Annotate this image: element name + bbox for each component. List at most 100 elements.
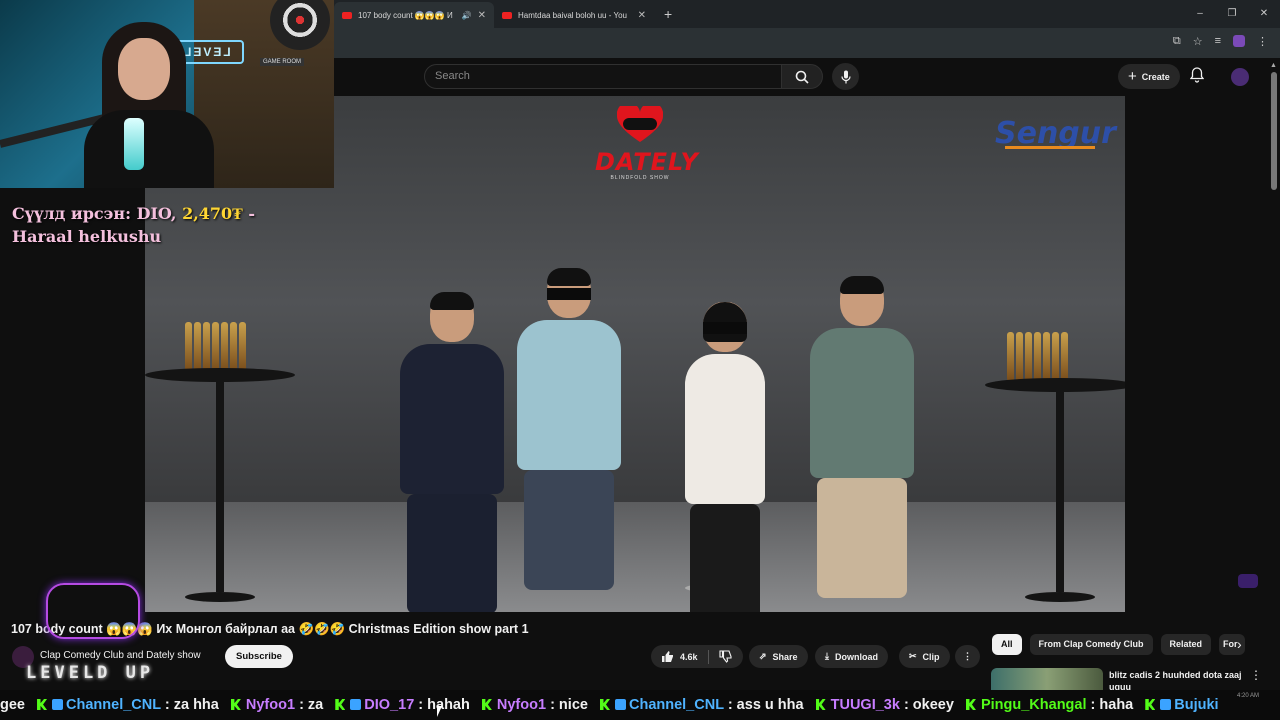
bottles-left (185, 322, 246, 370)
host-left (400, 292, 504, 612)
notifications-bell-icon[interactable] (1190, 67, 1204, 83)
chevron-right-icon[interactable]: › (1237, 636, 1242, 652)
create-label: Create (1141, 71, 1170, 82)
like-dislike-group: 4.6k (651, 645, 743, 668)
scroll-thumb[interactable] (1271, 72, 1277, 190)
sponsor-underline (1005, 146, 1095, 149)
streamer-face (118, 38, 170, 100)
clip-label: Clip (922, 651, 940, 662)
download-button[interactable]: ⤓ Download (815, 645, 888, 668)
last-donation-alert: Сүүлд ирсэн: DIO, 2,470₮ - Haraal helkus… (12, 202, 272, 248)
thumbs-down-icon[interactable] (718, 650, 732, 663)
kick-badge-icon (815, 699, 826, 710)
chat-user: Channel_CNL (628, 697, 724, 713)
extension-icon[interactable] (1233, 35, 1245, 47)
kick-badge-icon (481, 699, 492, 710)
chat-text: : okeey (903, 697, 954, 713)
sub-badge-icon (1160, 699, 1172, 710)
chat-message: Channel_CNL : ass u hha (599, 697, 804, 713)
brand-text: DATELY (595, 148, 699, 176)
sub-badge-icon (614, 699, 626, 710)
page-scrollbar[interactable]: ▲ (1270, 62, 1278, 690)
chat-text: : haha (1090, 697, 1134, 713)
kick-badge-icon (230, 699, 241, 710)
new-tab-button[interactable]: + (654, 6, 682, 22)
chip-from-channel[interactable]: From Clap Comedy Club (1029, 634, 1153, 655)
drink-bottle (124, 118, 144, 170)
recommended-thumbnail[interactable] (991, 668, 1103, 690)
clip-button[interactable]: ✂ Clip (899, 645, 950, 668)
share-icon: ⇗ (759, 651, 767, 661)
donation-suffix: - (242, 204, 256, 223)
mouse-cursor-icon (437, 706, 446, 717)
microphone-icon (840, 70, 851, 83)
subscribe-button[interactable]: Subscribe (225, 645, 293, 668)
kick-badge-icon (37, 699, 48, 710)
chip-all[interactable]: All (992, 634, 1022, 655)
screen: 107 body count 😱😱😱 И 🔊 ✕ Hamtdaa baival … (0, 0, 1280, 720)
stream-logo-text: LEVELD UP (26, 663, 155, 683)
chat-message: Nyfoo1 : nice (481, 697, 588, 713)
media-controls-icon[interactable]: ≡ (1215, 35, 1221, 48)
share-button[interactable]: ⇗ Share (749, 645, 808, 668)
leveled-up-logo: LEVELD UP (26, 583, 156, 693)
voice-search-button[interactable] (832, 63, 859, 90)
address-bar[interactable]: ⧉ ☆ ≡ ⋮ (334, 28, 1280, 58)
cocktail-table-right (985, 378, 1125, 602)
chat-text: : ass u hha (727, 697, 804, 713)
contestant-man-blindfolded (517, 268, 621, 590)
window-controls: – ❐ ✕ (1184, 0, 1280, 28)
download-label: Download (834, 651, 878, 662)
donation-prefix: Сүүлд ирсэн: DIO, (12, 204, 183, 223)
kick-badge-icon (1145, 699, 1156, 710)
close-tab-icon[interactable]: ✕ (638, 10, 646, 21)
streamer-body (84, 110, 214, 188)
browser-menu-icon[interactable]: ⋮ (1257, 35, 1268, 48)
speaker-icon[interactable]: 🔊 (462, 11, 472, 20)
contestant-woman-blindfolded (685, 302, 765, 612)
recommended-menu-icon[interactable]: ⋮ (1250, 668, 1262, 682)
like-count[interactable]: 4.6k (680, 652, 698, 662)
search-button[interactable] (781, 64, 823, 89)
plus-icon: + (1128, 68, 1137, 85)
youtube-favicon-icon (342, 11, 352, 19)
scroll-up-arrow-icon[interactable]: ▲ (1270, 62, 1277, 69)
chat-user: Channel_CNL (66, 697, 161, 713)
tray-clock: 4:20 AM (1237, 693, 1260, 699)
maximize-button[interactable]: ❐ (1216, 0, 1248, 28)
close-window-button[interactable]: ✕ (1248, 0, 1280, 28)
search-icon (795, 70, 809, 84)
chip-related[interactable]: Related (1160, 634, 1212, 655)
bookmark-star-icon[interactable]: ☆ (1193, 35, 1203, 48)
thumbs-up-icon[interactable] (661, 650, 674, 663)
chat-message: Pingu_Khangal : haha (965, 697, 1134, 713)
scissors-icon: ✂ (909, 651, 917, 661)
sub-badge-icon (350, 699, 362, 710)
chat-user: TUUGI_3k (830, 697, 900, 713)
chat-message: TUUGI_3k : okeey (815, 697, 954, 713)
account-avatar[interactable] (1231, 68, 1249, 86)
donation-amount: 2,470₮ (182, 204, 243, 223)
more-actions-button[interactable]: ⋮ (955, 645, 980, 668)
chat-message: Bujuki (1145, 697, 1219, 713)
chat-text: : za hha (164, 697, 219, 713)
chat-message: Channel_CNL : za hha (37, 697, 219, 713)
kick-badge-icon (335, 699, 346, 710)
tab-active[interactable]: 107 body count 😱😱😱 И 🔊 ✕ (334, 2, 494, 28)
chat-user: Nyfoo1 (245, 697, 296, 713)
search-input[interactable]: Search (424, 64, 782, 89)
minimize-button[interactable]: – (1184, 0, 1216, 28)
create-button[interactable]: + Create (1118, 64, 1180, 89)
bottles-right (1007, 332, 1068, 380)
like-divider (707, 649, 709, 664)
chat-message: Nyfoo1 : za (230, 697, 323, 713)
chat-user: Nyfoo1 (496, 697, 547, 713)
close-tab-icon[interactable]: ✕ (478, 10, 486, 21)
related-chips: All From Clap Comedy Club Related For (992, 634, 1246, 655)
chat-user: gee (0, 697, 25, 713)
chat-text: : nice (550, 697, 588, 713)
tab-inactive[interactable]: Hamtdaa baival boloh uu - You ✕ (494, 2, 654, 28)
youtube-favicon-icon (502, 11, 512, 19)
install-app-icon[interactable]: ⧉ (1173, 35, 1181, 48)
streamer-webcam: LEVELD GAME ROOM (0, 0, 334, 188)
